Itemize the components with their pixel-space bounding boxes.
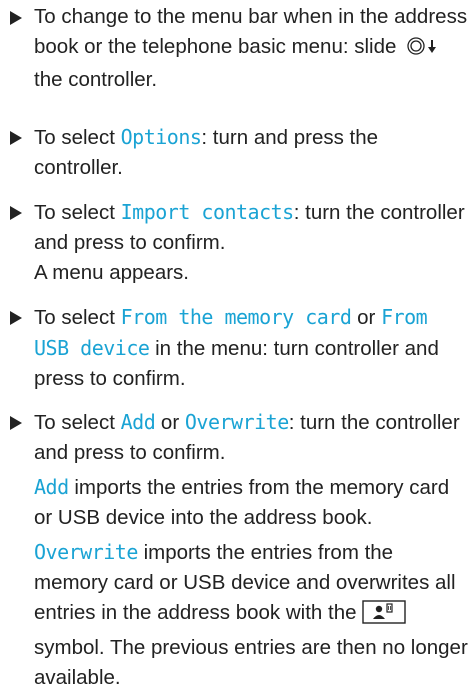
step-text: To change to the menu bar when in the ad… — [34, 5, 468, 91]
overwrite-description: Overwrite imports the entries from the m… — [34, 540, 468, 689]
imported-contact-symbol-icon — [362, 600, 406, 633]
instruction-step-options: To select Options: turn and press the co… — [0, 122, 474, 183]
controller-slide-down-icon — [406, 35, 442, 65]
instruction-step-import-contacts: To select Import contacts: turn the cont… — [0, 197, 474, 288]
add-description: Add imports the entries from the memory … — [34, 475, 450, 529]
step-result-note: A menu appears. — [34, 261, 189, 284]
step-text: To select Import contacts: turn the cont… — [34, 200, 465, 284]
menu-option-options: Options — [120, 125, 202, 149]
bullet-arrow-icon — [10, 206, 22, 220]
menu-option-import-contacts: Import contacts — [120, 200, 295, 224]
instruction-step-source: To select From the memory card or From U… — [0, 302, 474, 394]
instruction-step-add-overwrite: To select Add or Overwrite: turn the con… — [0, 407, 474, 693]
bullet-arrow-icon — [10, 11, 22, 25]
step-text: To select From the memory card or From U… — [34, 305, 439, 390]
instruction-page: To change to the menu bar when in the ad… — [0, 0, 474, 689]
menu-option-from-memory-card: From the memory card — [120, 305, 352, 329]
menu-option-add: Add — [120, 410, 156, 434]
add-term: Add — [34, 475, 69, 499]
bullet-arrow-icon — [10, 131, 22, 145]
menu-option-overwrite: Overwrite — [184, 410, 289, 434]
bullet-arrow-icon — [10, 416, 22, 430]
instruction-step-menu-bar: To change to the menu bar when in the ad… — [0, 2, 474, 95]
step-text: To select Add or Overwrite: turn the con… — [34, 407, 468, 693]
bullet-arrow-icon — [10, 311, 22, 325]
overwrite-term: Overwrite — [34, 540, 138, 564]
step-text: To select Options: turn and press the co… — [34, 125, 379, 179]
